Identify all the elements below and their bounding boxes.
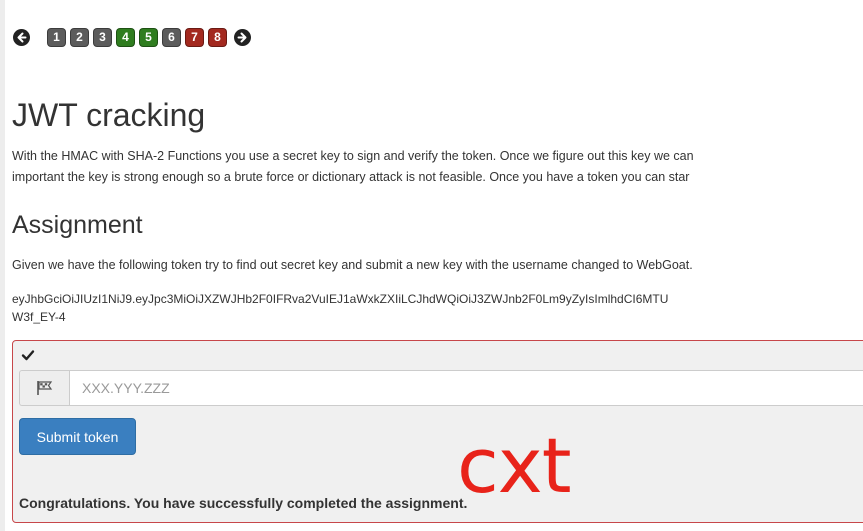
arrow-right-icon[interactable]: [234, 28, 251, 46]
lesson-intro: With the HMAC with SHA-2 Functions you u…: [12, 146, 863, 188]
page-link-1[interactable]: 1: [47, 27, 66, 47]
jwt-token: eyJhbGciOiJIUzI1NiJ9.eyJpc3MiOiJXZWJHb2F…: [12, 290, 863, 326]
page-link-2[interactable]: 2: [70, 27, 89, 47]
lesson-intro-line-2: important the key is strong enough so a …: [12, 170, 690, 184]
left-edge-strip: [0, 0, 5, 531]
submit-token-button[interactable]: Submit token: [19, 418, 136, 455]
assignment-title: Assignment: [12, 211, 143, 239]
jwt-token-line-2: W3f_EY-4: [12, 310, 66, 324]
page-link-6[interactable]: 6: [162, 27, 181, 47]
page-link-3[interactable]: 3: [93, 27, 112, 47]
checkmark-icon: [21, 348, 35, 362]
lesson-pagination: 1 2 3 4 5 6 7 8: [13, 25, 251, 49]
assignment-form-container: Submit token Congratulations. You have s…: [12, 340, 863, 523]
flag-icon: [19, 370, 69, 406]
token-input[interactable]: [69, 370, 863, 406]
lesson-title: JWT cracking: [12, 97, 206, 133]
page-link-5[interactable]: 5: [139, 27, 158, 47]
lesson-intro-line-1: With the HMAC with SHA-2 Functions you u…: [12, 149, 694, 163]
arrow-left-icon[interactable]: [13, 28, 30, 46]
page-link-4[interactable]: 4: [116, 27, 135, 47]
jwt-token-line-1: eyJhbGciOiJIUzI1NiJ9.eyJpc3MiOiJXZWJHb2F…: [12, 292, 669, 306]
page-link-7[interactable]: 7: [185, 27, 204, 47]
assignment-description: Given we have the following token try to…: [12, 258, 693, 272]
assignment-feedback: Congratulations. You have successfully c…: [19, 495, 468, 511]
page-link-8[interactable]: 8: [208, 27, 227, 47]
overlay-watermark-text: cxt: [457, 421, 572, 510]
token-input-group: [19, 370, 863, 406]
